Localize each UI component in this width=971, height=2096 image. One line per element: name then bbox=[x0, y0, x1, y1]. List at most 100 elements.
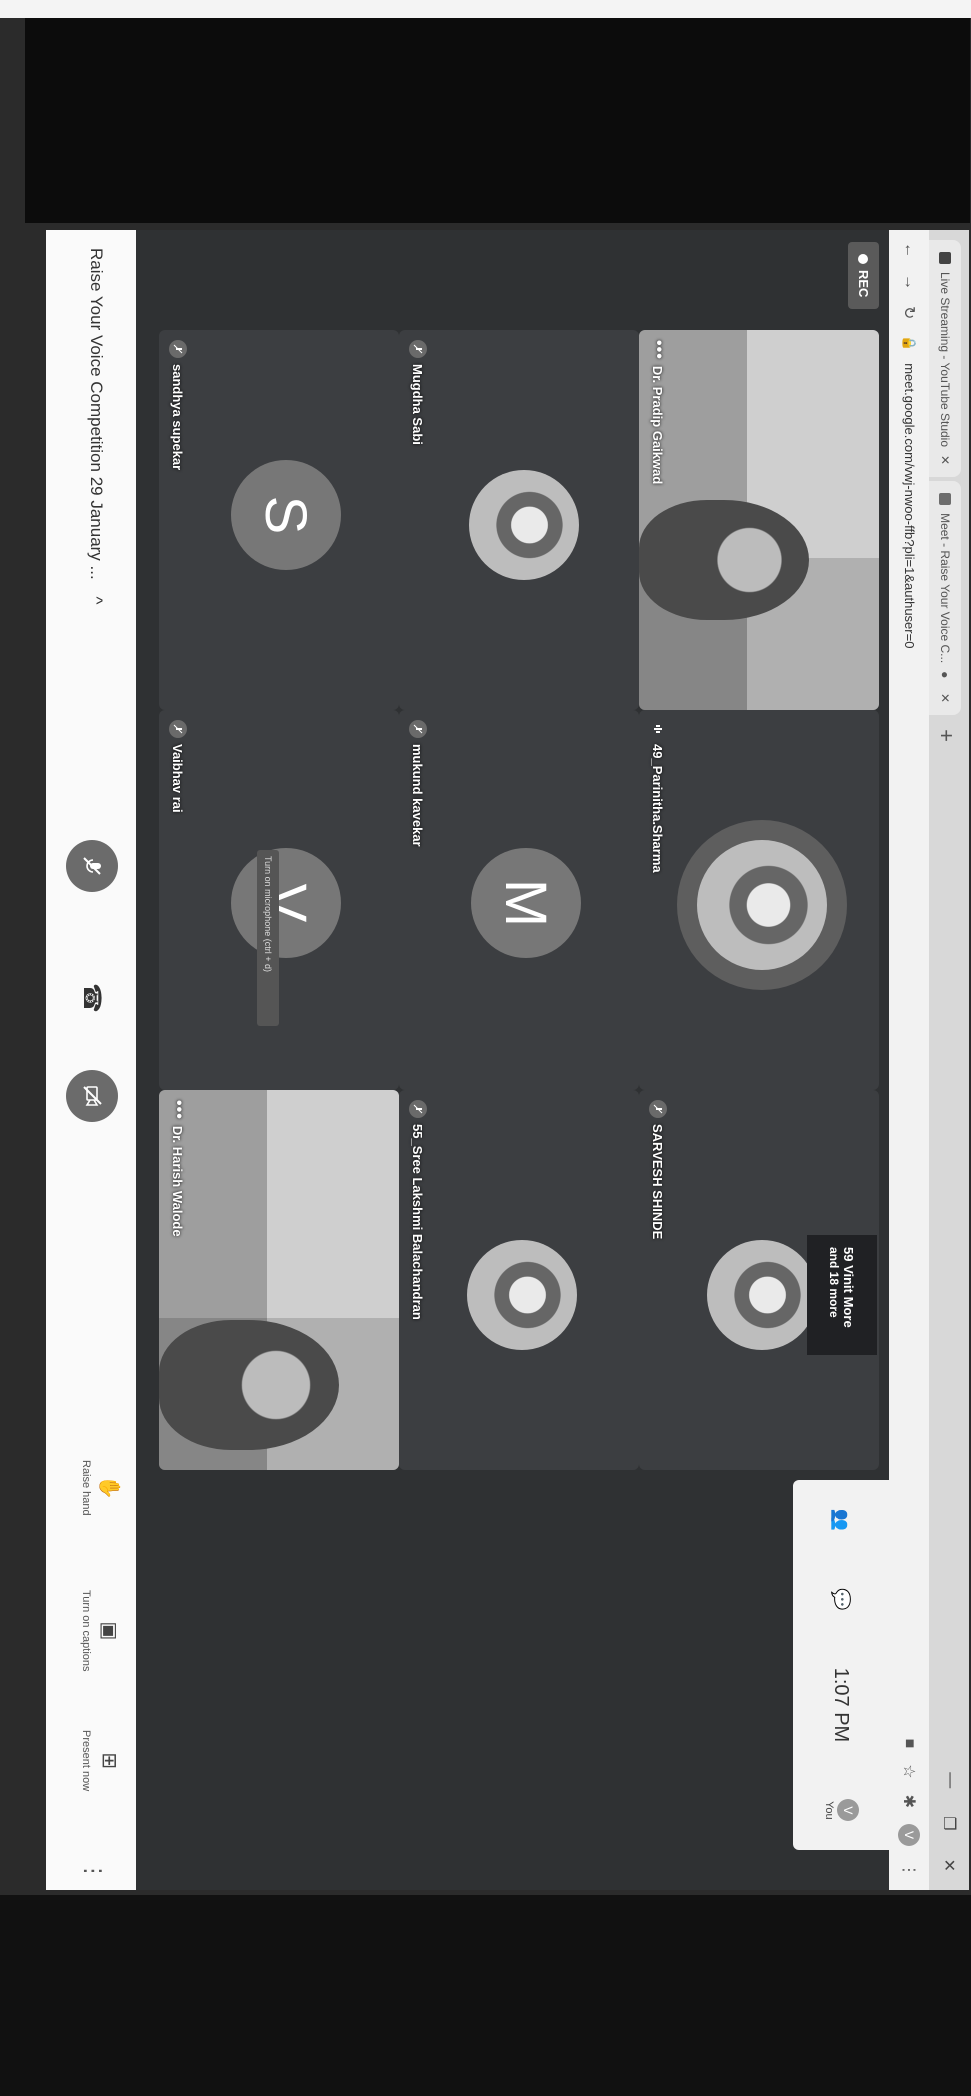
close-window-icon[interactable]: ✕ bbox=[939, 1859, 959, 1872]
top-paper-edge bbox=[0, 0, 971, 18]
participant-name-row: ••• Dr. Pradip Gaikwad bbox=[649, 340, 667, 484]
participant-name: SARVESH SHINDE bbox=[650, 1124, 666, 1240]
close-tab-icon[interactable]: ✕ bbox=[938, 693, 952, 703]
recording-badge: REC bbox=[848, 242, 879, 310]
participant-name-row: Vaibhav rai bbox=[169, 720, 187, 813]
participant-video bbox=[639, 500, 809, 620]
participant-name-row: 55_Sree Lakshmi Balachandran bbox=[409, 1100, 427, 1320]
meet-icon bbox=[939, 493, 951, 506]
participant-tile[interactable]: 55_Sree Lakshmi Balachandran bbox=[399, 1090, 639, 1470]
self-view[interactable]: V You bbox=[823, 1799, 859, 1822]
minimize-icon[interactable]: — bbox=[939, 1772, 959, 1788]
chevron-up-icon: ^ bbox=[87, 596, 106, 605]
participant-tile[interactable]: S sandhya supekar bbox=[159, 330, 399, 710]
participant-name: 55_Sree Lakshmi Balachandran bbox=[410, 1124, 426, 1320]
url-field[interactable]: 🔒 meet.google.com/vwj-nwoo-ffb?pli=1&aut… bbox=[901, 335, 917, 1722]
reload-icon[interactable]: ↻ bbox=[899, 306, 919, 319]
raise-hand-button[interactable]: ✋ Raise hand bbox=[80, 1460, 122, 1516]
hang-up-button[interactable]: ☎ bbox=[74, 978, 110, 1018]
participant-initial: S bbox=[231, 460, 341, 570]
new-tab-icon[interactable]: + bbox=[933, 729, 959, 742]
captions-icon: ▣ bbox=[98, 1621, 120, 1641]
star-icon[interactable]: ☆ bbox=[899, 1764, 919, 1778]
participant-name: mukund kavekar bbox=[410, 744, 426, 847]
mic-off-icon bbox=[649, 1100, 667, 1118]
top-right-tray: 👥 💬 1:07 PM V You bbox=[793, 1480, 889, 1850]
url-text: meet.google.com/vwj-nwoo-ffb?pli=1&authu… bbox=[902, 363, 917, 649]
mic-off-icon bbox=[83, 857, 101, 875]
participant-name-row: SARVESH SHINDE bbox=[649, 1100, 667, 1239]
profile-avatar[interactable]: V bbox=[898, 1824, 920, 1846]
close-tab-icon[interactable]: ✕ bbox=[938, 455, 952, 465]
address-bar: ← → ↻ 🔒 meet.google.com/vwj-nwoo-ffb?pli… bbox=[889, 230, 929, 1890]
participant-name: Vaibhav rai bbox=[170, 744, 186, 813]
camera-indicator-icon[interactable]: ■ bbox=[900, 1739, 918, 1749]
speaking-icon bbox=[649, 720, 667, 738]
participant-name-row: ••• Dr. Harish Walode bbox=[169, 1100, 187, 1237]
self-label: You bbox=[823, 1801, 835, 1820]
more-options-icon[interactable]: ••• bbox=[169, 1100, 187, 1120]
participant-tile[interactable]: ••• Dr. Harish Walode bbox=[159, 1090, 399, 1470]
control-bar: Raise Your Voice Competition 29 January … bbox=[46, 230, 136, 1890]
participant-video bbox=[159, 1320, 339, 1450]
mic-tooltip: Turn on microphone (ctrl + d) bbox=[257, 850, 279, 1026]
participant-tile[interactable]: V Vaibhav rai bbox=[159, 710, 399, 1090]
present-now-button[interactable]: ⊞ Present now bbox=[80, 1730, 122, 1791]
tab-title: Meet - Raise Your Voice C... bbox=[938, 513, 952, 664]
lock-icon: 🔒 bbox=[902, 335, 917, 352]
forward-icon[interactable]: → bbox=[900, 274, 918, 290]
camera-toggle-button[interactable] bbox=[66, 1070, 118, 1122]
action-label: Raise hand bbox=[80, 1460, 92, 1516]
hand-icon: ✋ bbox=[98, 1475, 120, 1501]
participant-initial: M bbox=[471, 848, 581, 958]
participant-name-row: 49_Parinitha.Sharma bbox=[649, 720, 667, 873]
tab-title: Live Streaming - YouTube Studio bbox=[938, 272, 952, 448]
meeting-stage: REC ••• Dr. Pradip Gaikwad 49_Parinitha.… bbox=[136, 230, 889, 1890]
phone-icon: ☎ bbox=[78, 983, 106, 1013]
screen-rotated: Live Streaming - YouTube Studio ✕ Meet -… bbox=[46, 230, 969, 1890]
camera-off-icon bbox=[83, 1086, 102, 1106]
participant-photo bbox=[469, 470, 579, 580]
more-options-icon[interactable]: ⋮ bbox=[80, 1860, 106, 1882]
participant-tile[interactable]: 49_Parinitha.Sharma bbox=[639, 710, 879, 1090]
chat-icon[interactable]: 💬 bbox=[831, 1588, 852, 1610]
participant-tile[interactable]: M mukund kavekar bbox=[399, 710, 639, 1090]
recording-label: REC bbox=[856, 270, 871, 298]
browser-menu-icon[interactable]: ⋮ bbox=[899, 1862, 919, 1878]
participant-tile[interactable]: ••• Dr. Pradip Gaikwad bbox=[639, 330, 879, 710]
tab-meet[interactable]: Meet - Raise Your Voice C... ● ✕ bbox=[929, 481, 961, 716]
tab-youtube-studio[interactable]: Live Streaming - YouTube Studio ✕ bbox=[929, 240, 961, 478]
participant-tile[interactable]: Mugdha Sabi bbox=[399, 330, 639, 710]
participant-name-row: sandhya supekar bbox=[169, 340, 187, 470]
participant-name-row: mukund kavekar bbox=[409, 720, 427, 847]
more-participants-name: 59 Vinit More bbox=[841, 1247, 857, 1328]
participant-name-row: Mugdha Sabi bbox=[409, 340, 427, 445]
self-avatar: V bbox=[837, 1799, 859, 1822]
bottom-black-margin bbox=[0, 1895, 971, 2096]
mic-off-icon bbox=[409, 1100, 427, 1118]
action-label: Present now bbox=[80, 1730, 92, 1792]
captions-button[interactable]: ▣ Turn on captions bbox=[80, 1590, 122, 1672]
more-options-icon[interactable]: ••• bbox=[649, 340, 667, 360]
mic-off-icon bbox=[409, 720, 427, 738]
meeting-clock: 1:07 PM bbox=[830, 1667, 853, 1743]
youtube-studio-icon bbox=[939, 252, 951, 264]
more-participants-tile[interactable]: 59 Vinit More and 18 more bbox=[807, 1235, 877, 1355]
people-icon[interactable]: 👥 bbox=[831, 1509, 852, 1531]
participant-name: sandhya supekar bbox=[170, 364, 186, 471]
extension-icon[interactable]: ✱ bbox=[899, 1795, 919, 1808]
more-participants-count: and 18 more bbox=[827, 1247, 842, 1318]
participant-name: 49_Parinitha.Sharma bbox=[650, 744, 666, 873]
meeting-details[interactable]: Raise Your Voice Competition 29 January … bbox=[86, 248, 106, 604]
participant-photo bbox=[697, 840, 827, 970]
back-icon[interactable]: ← bbox=[900, 242, 918, 258]
mic-off-icon bbox=[169, 720, 187, 738]
restore-icon[interactable]: ❐ bbox=[939, 1816, 959, 1830]
participant-initial: V bbox=[231, 848, 341, 958]
mic-toggle-button[interactable] bbox=[66, 840, 118, 892]
tab-strip: Live Streaming - YouTube Studio ✕ Meet -… bbox=[929, 230, 969, 1890]
present-icon: ⊞ bbox=[98, 1752, 120, 1769]
participant-photo bbox=[467, 1240, 577, 1350]
participant-name: Dr. Harish Walode bbox=[170, 1125, 186, 1237]
participant-photo bbox=[707, 1240, 817, 1350]
